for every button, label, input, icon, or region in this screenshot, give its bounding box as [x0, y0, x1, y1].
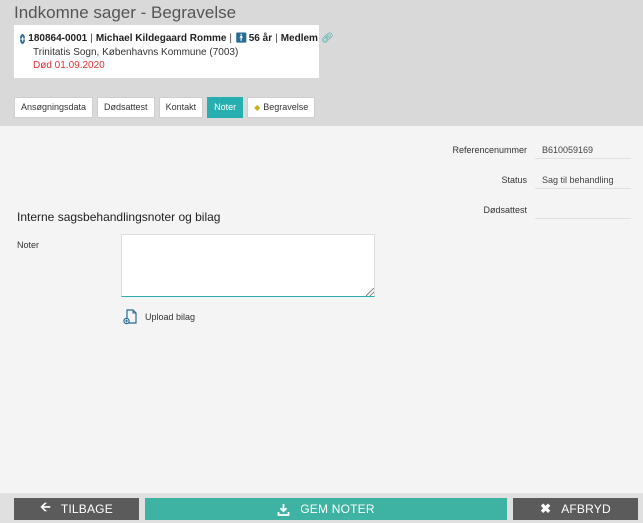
diamond-icon: ◆ [254, 103, 261, 112]
save-label: GEM NOTER [300, 502, 375, 516]
link-icon[interactable]: 🔗︎ [321, 33, 334, 44]
status-row: Status Sag til behandling [439, 171, 631, 189]
certificate-row: Dødsattest [439, 201, 631, 219]
back-button[interactable]: 🡨 TILBAGE [14, 498, 139, 520]
separator: | [90, 33, 93, 44]
notes-textarea[interactable] [121, 234, 375, 297]
tab-ansoegningsdata[interactable]: Ansøgningsdata [14, 97, 94, 118]
tab-begravelse-label: Begravelse [263, 102, 309, 112]
death-date: Død 01.09.2020 [33, 60, 105, 71]
upload-label: Upload bilag [145, 312, 196, 322]
certificate-value [535, 201, 631, 219]
back-label: TILBAGE [60, 502, 113, 516]
person-id: 180864-0001 [28, 33, 88, 44]
section-title: Interne sagsbehandlingsnoter og bilag [17, 210, 221, 224]
close-icon: ✖ [540, 501, 552, 516]
page-header: Indkomne sager - Begravelse + 180864-000… [0, 0, 643, 126]
reference-label: Referencenummer [452, 145, 527, 155]
tab-bar: Ansøgningsdata Dødsattest Kontakt Noter … [14, 97, 319, 118]
person-summary: + 180864-0001 | Michael Kildegaard Romme… [20, 33, 334, 44]
tab-kontakt[interactable]: Kontakt [158, 97, 204, 118]
download-icon [277, 503, 290, 516]
notes-label: Noter [17, 240, 40, 250]
separator: | [275, 33, 278, 44]
reference-row: Referencenummer B610059169 [439, 141, 631, 159]
attachment-icon [123, 309, 137, 325]
arrow-left-icon: 🡨 [40, 499, 51, 514]
status-label: Status [501, 175, 527, 185]
save-notes-button[interactable]: GEM NOTER [145, 498, 507, 520]
membership-status: Medlem [280, 33, 318, 44]
tab-noter[interactable]: Noter [207, 97, 244, 118]
reference-value: B610059169 [535, 141, 631, 159]
person-name: Michael Kildegaard Romme [95, 33, 227, 44]
person-age: 56 år [248, 33, 273, 44]
cancel-button[interactable]: ✖ AFBRYD [513, 498, 638, 520]
tab-begravelse[interactable]: ◆ Begravelse [247, 97, 316, 118]
resize-handle[interactable] [366, 288, 374, 296]
certificate-label: Dødsattest [483, 205, 527, 215]
tab-doedsattest[interactable]: Dødsattest [97, 97, 155, 118]
plus-circle-icon[interactable]: + [20, 33, 26, 44]
page-title: Indkomne sager - Begravelse [14, 3, 237, 22]
separator: | [229, 33, 233, 44]
person-card: + 180864-0001 | Michael Kildegaard Romme… [14, 25, 334, 78]
status-value: Sag til behandling [535, 171, 631, 189]
cancel-label: AFBRYD [561, 502, 611, 516]
upload-attachment-button[interactable]: Upload bilag [123, 309, 195, 325]
person-parish: Trinitatis Sogn, Københavns Kommune (700… [33, 47, 239, 58]
person-icon: 🚹︎ [235, 33, 248, 44]
